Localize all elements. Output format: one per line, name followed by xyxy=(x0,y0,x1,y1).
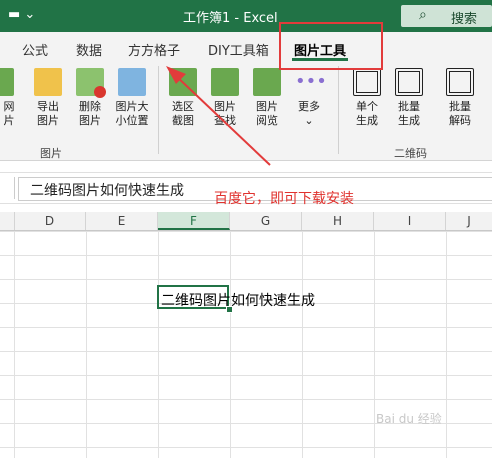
annotation-arrow xyxy=(166,66,271,166)
watermark: Bai du 经验 xyxy=(376,412,442,426)
